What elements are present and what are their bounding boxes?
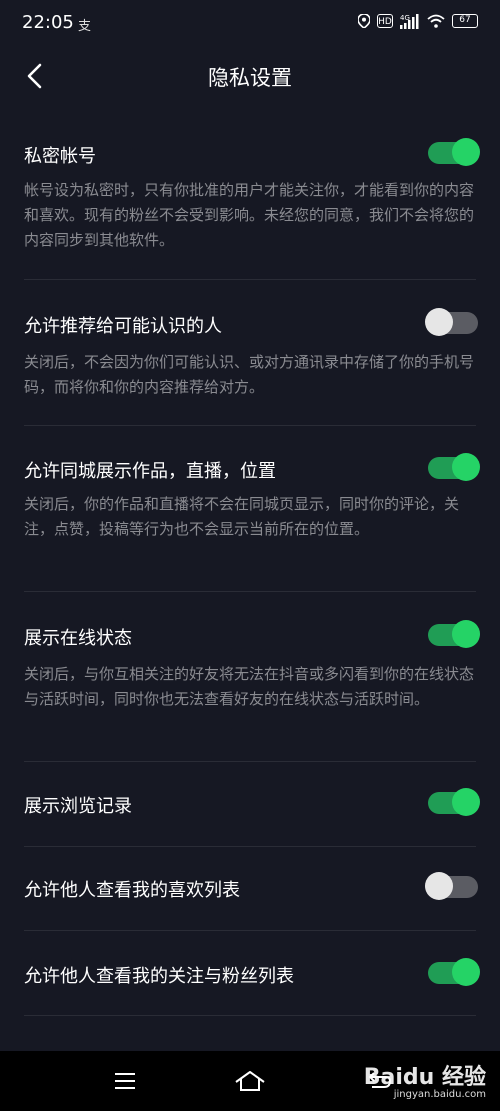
status-icons: HD 4G 67 <box>358 13 478 29</box>
toggle-knob <box>452 620 480 648</box>
setting-private-account: 私密帐号 帐号设为私密时，只有你批准的用户才能关注你，才能看到你的内容和喜欢。现… <box>0 130 500 280</box>
setting-likes-list: 允许他人查看我的喜欢列表 <box>0 866 500 926</box>
status-app-icon: 支 <box>78 19 92 34</box>
setting-description: 关闭后，你的作品和直播将不会在同城页显示，同时你的评论，关注，点赞，投稿等行为也… <box>24 495 460 538</box>
toggle-knob <box>452 788 480 816</box>
divider <box>24 761 476 762</box>
setting-same-city-display: 允许同城展示作品，直播，位置 关闭后，你的作品和直播将不会在同城页显示，同时你的… <box>0 445 500 595</box>
wifi-icon <box>427 14 445 28</box>
home-button[interactable] <box>232 1065 268 1097</box>
toggle-knob <box>452 453 480 481</box>
setting-description: 帐号设为私密时，只有你批准的用户才能关注你，才能看到你的内容和喜欢。现有的粉丝不… <box>24 181 475 249</box>
setting-online-status: 展示在线状态 关闭后，与你互相关注的好友将无法在抖音或多闪看到你的在线状态与活跃… <box>0 612 500 762</box>
menu-icon <box>115 1073 135 1089</box>
toggle-knob <box>425 872 453 900</box>
hd-icon: HD <box>377 14 393 28</box>
menu-button[interactable] <box>107 1065 143 1097</box>
setting-label: 允许同城展示作品，直播，位置 <box>24 461 276 482</box>
toggle-knob <box>425 308 453 336</box>
divider <box>24 846 476 847</box>
toggle-private-account[interactable] <box>428 138 480 166</box>
divider <box>24 591 476 592</box>
setting-label: 展示在线状态 <box>24 628 132 649</box>
divider <box>24 1015 476 1016</box>
setting-follow-fans-list: 允许他人查看我的关注与粉丝列表 <box>0 952 500 1012</box>
toggle-online-status[interactable] <box>428 620 480 648</box>
toggle-browsing-history[interactable] <box>428 788 480 816</box>
setting-label: 私密帐号 <box>24 146 96 167</box>
watermark-logo: Baidu 经验 <box>363 1065 486 1090</box>
setting-description: 关闭后，与你互相关注的好友将无法在抖音或多闪看到你的在线状态与活跃时间，同时你也… <box>24 665 475 708</box>
home-icon <box>235 1071 265 1091</box>
setting-browsing-history: 展示浏览记录 <box>0 782 500 842</box>
toggle-same-city-display[interactable] <box>428 453 480 481</box>
baidu-watermark: Baidu 经验 jingyan.baidu.com <box>364 1059 486 1100</box>
location-icon <box>358 14 370 28</box>
system-nav-bar: Baidu 经验 jingyan.baidu.com <box>0 1051 500 1111</box>
divider <box>24 930 476 931</box>
status-bar: 22:05 支 HD 4G 67 <box>0 0 500 48</box>
toggle-recommend-to-acquaintances[interactable] <box>425 308 478 336</box>
divider <box>24 279 476 280</box>
page-title: 隐私设置 <box>208 66 292 90</box>
setting-label: 允许他人查看我的关注与粉丝列表 <box>24 966 294 987</box>
setting-label: 允许他人查看我的喜欢列表 <box>24 880 240 901</box>
setting-description: 关闭后，不会因为你们可能认识、或对方通讯录中存储了你的手机号码，而将你和你的内容… <box>24 353 475 396</box>
nav-bar: 隐私设置 <box>0 48 500 104</box>
signal-4g-icon: 4G <box>400 14 419 29</box>
toggle-likes-list[interactable] <box>425 872 478 900</box>
battery-icon: 67 <box>452 14 478 28</box>
toggle-knob <box>452 138 480 166</box>
setting-label: 展示浏览记录 <box>24 796 132 817</box>
toggle-knob <box>452 958 480 986</box>
toggle-follow-fans-list[interactable] <box>428 958 480 986</box>
setting-recommend-to-acquaintances: 允许推荐给可能认识的人 关闭后，不会因为你们可能认识、或对方通讯录中存储了你的手… <box>0 300 500 424</box>
divider <box>24 425 476 426</box>
setting-label: 允许推荐给可能认识的人 <box>24 316 222 337</box>
status-time: 22:05 <box>22 12 74 33</box>
